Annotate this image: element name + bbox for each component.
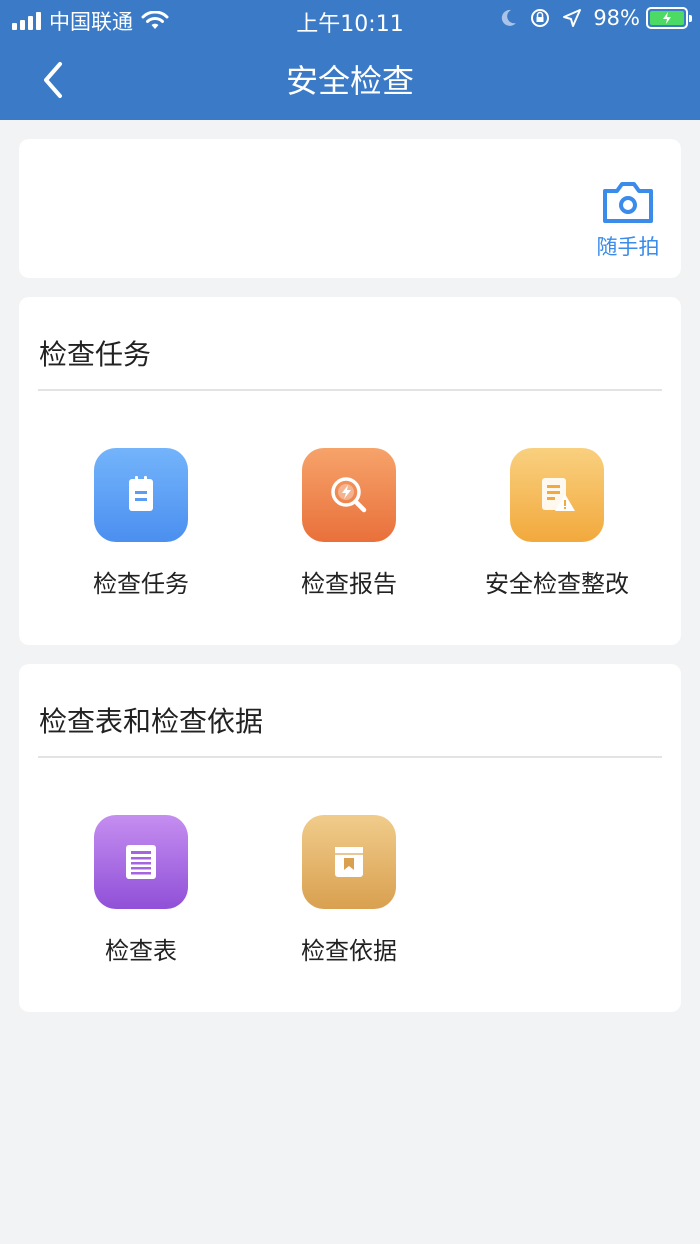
battery-percent: 98%: [593, 6, 640, 30]
quick-photo-label: 随手拍: [596, 235, 660, 259]
section-divider: [38, 389, 662, 391]
moon-icon: [502, 9, 517, 26]
camera-icon: [603, 182, 653, 223]
grid-item-label: 检查表: [105, 937, 177, 965]
section-title: 检查任务: [39, 338, 152, 371]
grid-item-inspection-basis[interactable]: 检查依据: [245, 815, 453, 966]
top-bar: 中国联通 上午10:11 98% 安全检查: [0, 0, 700, 120]
inspection-tasks-card: 检查任务 检查任务 检查报告 安全检查整改: [19, 297, 681, 645]
nav-bar: 安全检查: [0, 40, 700, 120]
grid-item-label: 检查报告: [301, 570, 397, 598]
grid-item-checklist[interactable]: 检查表: [37, 815, 245, 966]
location-icon: [563, 9, 582, 27]
grid-item-label: 检查依据: [301, 937, 397, 965]
grid-item-safety-rectification[interactable]: 安全检查整改: [453, 448, 661, 599]
warning-document-icon: [510, 448, 604, 542]
section-divider: [38, 756, 662, 758]
clipboard-icon: [94, 448, 188, 542]
grid-item-label: 安全检查整改: [485, 570, 629, 598]
search-report-icon: [302, 448, 396, 542]
section-title: 检查表和检查依据: [39, 705, 264, 738]
quick-photo-button[interactable]: 随手拍: [593, 179, 663, 261]
battery-icon: [646, 7, 692, 29]
quick-action-card: 随手拍: [19, 139, 681, 278]
list-sheet-icon: [94, 815, 188, 909]
checklist-basis-card: 检查表和检查依据 检查表 检查依据: [19, 664, 681, 1012]
grid-item-inspection-task[interactable]: 检查任务: [37, 448, 245, 599]
status-bar: 中国联通 上午10:11 98%: [0, 0, 700, 40]
bookmark-box-icon: [302, 815, 396, 909]
page-title: 安全检查: [285, 62, 414, 100]
rotation-lock-icon: [531, 9, 550, 27]
grid-item-inspection-report[interactable]: 检查报告: [245, 448, 453, 599]
grid-item-label: 检查任务: [93, 570, 189, 598]
